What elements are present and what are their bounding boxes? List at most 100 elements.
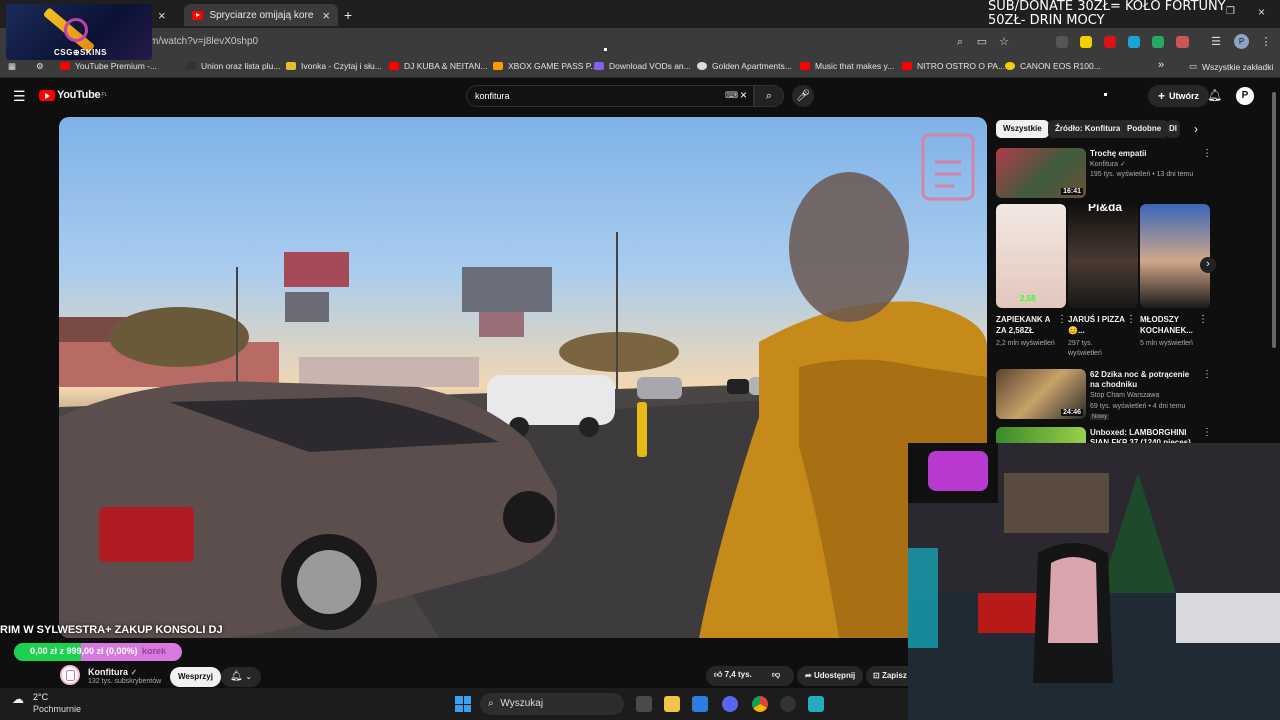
browser-menu-icon[interactable]: ⋮ (1258, 34, 1274, 50)
all-bookmarks-folder[interactable]: ▭ Wszystkie zakładki (1189, 61, 1273, 72)
rec-title[interactable]: Unboxed: LAMBORGHINI SIAN FKP 37 (1240 p… (1090, 428, 1200, 443)
bookmark-union[interactable]: Union oraz lista plu... (186, 61, 280, 71)
chip-more[interactable]: Dl (1166, 120, 1180, 138)
extension-1-icon[interactable] (1032, 36, 1044, 48)
bookmark-canon[interactable]: CANON EOS R100... (1005, 61, 1101, 71)
rec-title[interactable]: 62 Dzika noc & potrącenie na chodniku (1090, 370, 1200, 390)
more-actions-icon[interactable]: ⋮ (1202, 427, 1212, 438)
discord-icon[interactable] (722, 696, 738, 712)
weather-desc[interactable]: Pochmurnie (33, 704, 81, 714)
taskbar-search[interactable]: ⌕ Wyszukaj (480, 693, 624, 715)
bookmark-xbox[interactable]: XBOX GAME PASS P... (493, 61, 597, 71)
short-thumbnail[interactable]: Pi&da (1068, 204, 1138, 308)
bookmark-golden-apartments[interactable]: Golden Apartments... (697, 61, 792, 71)
notepad-icon[interactable] (808, 696, 824, 712)
clear-search-icon[interactable]: × (740, 88, 747, 102)
youtube-favicon-icon (60, 62, 70, 70)
close-tab-icon[interactable]: × (158, 8, 166, 23)
store-icon[interactable] (692, 696, 708, 712)
channel-name-row[interactable]: Konfitura ✓ (88, 667, 137, 677)
short-title[interactable]: JARUŚ I PIZZA 😊... (1068, 314, 1128, 336)
short-thumbnail[interactable] (1140, 204, 1210, 308)
rec-channel[interactable]: Stop Cham Warszawa (1090, 392, 1159, 399)
profile-avatar[interactable]: P (1234, 34, 1249, 49)
microphone (928, 451, 988, 491)
share-button[interactable]: ➦ Udostępnij (797, 666, 864, 686)
rec-channel[interactable]: Konfitura ✓ (1090, 160, 1126, 168)
restore-window-icon[interactable]: ❐ (1226, 6, 1235, 17)
keyboard-icon[interactable]: ⌨ (725, 90, 738, 101)
notification-dropdown[interactable]: 🔔︎ ⌄ (221, 667, 261, 687)
extension-2-icon[interactable] (1056, 36, 1068, 48)
more-actions-icon[interactable]: ⋮ (1057, 314, 1067, 325)
search-input[interactable]: konfitura ⌨ × (466, 85, 754, 107)
subscriber-count: 132 tys. subskrybentów (88, 678, 162, 685)
donation-goal-amount: 0,00 zł z 999,00 zł (0,00%) (29, 646, 138, 656)
short-title[interactable]: ZAPIEKANK A ZA 2,58ZŁ (996, 314, 1056, 336)
zoom-icon[interactable]: ⌕ (952, 34, 968, 50)
create-button[interactable]: + Utwórz (1148, 85, 1210, 107)
short-thumbnail[interactable]: 2,58 (996, 204, 1066, 308)
extension-3-icon[interactable] (1080, 36, 1092, 48)
rec-thumbnail[interactable] (996, 427, 1086, 443)
close-window-icon[interactable]: × (1258, 5, 1265, 19)
weather-temp[interactable]: 2°C (33, 692, 48, 702)
bookmark-music[interactable]: Music that makes y... (800, 61, 894, 71)
more-actions-icon[interactable]: ⋮ (1202, 369, 1212, 380)
shorts-next-chevron-icon[interactable]: › (1200, 257, 1216, 273)
more-actions-icon[interactable]: ⋮ (1198, 314, 1208, 325)
dislike-button[interactable]: 👎︎ (772, 670, 780, 680)
youtube-region: PL (101, 92, 108, 98)
bookmark-ivonka[interactable]: Ivonka - Czytaj i słu... (286, 61, 382, 71)
rec-thumbnail[interactable]: 16:41 (996, 148, 1086, 198)
extension-5-icon[interactable] (1128, 36, 1140, 48)
support-button[interactable]: Wesprzyj (170, 667, 221, 687)
menu-hamburger-icon[interactable]: ☰ (13, 88, 26, 105)
cast-icon[interactable]: ▭ (974, 34, 990, 50)
notifications-bell-icon[interactable]: 🔔︎ (1207, 88, 1222, 102)
bookmark-download-vods[interactable]: Download VODs an... (594, 61, 691, 71)
page-scrollbar[interactable] (1272, 92, 1276, 348)
rec-thumbnail[interactable]: 24:46 (996, 369, 1086, 419)
extension-4-icon[interactable] (1104, 36, 1116, 48)
reading-list-icon[interactable]: ☰ (1208, 34, 1224, 50)
video-player[interactable] (59, 117, 987, 638)
rec-title[interactable]: Trochę empatii (1090, 149, 1200, 158)
new-tab-button[interactable]: + (344, 4, 352, 26)
task-view-icon[interactable] (636, 696, 652, 712)
youtube-logo[interactable]: YouTube PL (39, 89, 107, 101)
tab-previous[interactable]: × (150, 4, 166, 26)
tab-youtube-active[interactable]: Spryciarze omijają korek - Y × (184, 4, 338, 26)
like-button[interactable]: 👍︎ 7,4 tys. (714, 670, 752, 680)
short-title[interactable]: MŁODSZY KOCHANEK... (1140, 314, 1200, 336)
apps-grid-icon[interactable]: ▦ (8, 61, 16, 72)
more-actions-icon[interactable]: ⋮ (1126, 314, 1136, 325)
bookmark-star-icon[interactable]: ☆ (996, 34, 1012, 50)
create-label: Utwórz (1169, 91, 1200, 101)
cursor-dot (604, 48, 607, 51)
bookmark-nitro[interactable]: NITRO OSTRO O PA... (902, 61, 1005, 71)
extension-7-icon[interactable] (1176, 36, 1189, 48)
channel-avatar[interactable] (60, 665, 80, 685)
extension-6-icon[interactable] (1152, 36, 1164, 48)
search-button[interactable]: ⌕ (754, 85, 784, 107)
chip-similar[interactable]: Podobne (1120, 120, 1169, 138)
account-avatar[interactable]: P (1236, 87, 1254, 105)
bookmarks-overflow-icon[interactable]: » (1158, 59, 1164, 71)
chip-source-konfitura[interactable]: Źródło: Konfitura (1048, 120, 1128, 138)
bookmark-icon[interactable]: ⚙ (36, 61, 44, 72)
windows-start-icon[interactable] (455, 696, 471, 712)
bookmark-dj-kuba[interactable]: DJ KUBA & NEITAN... (389, 61, 487, 71)
save-button[interactable]: ⊡ Zapisz (866, 666, 908, 686)
verified-badge-icon: ✓ (1119, 161, 1126, 168)
chip-next-chevron-icon[interactable]: › (1194, 122, 1198, 136)
close-tab-icon[interactable]: × (322, 8, 330, 23)
address-bar-url[interactable]: m/watch?v=j8levX0shp0 (150, 36, 258, 47)
app-icon[interactable] (780, 696, 796, 712)
voice-search-mic-icon[interactable]: 🎤︎ (792, 85, 814, 107)
file-explorer-icon[interactable] (664, 696, 680, 712)
more-actions-icon[interactable]: ⋮ (1202, 148, 1212, 159)
chrome-icon[interactable] (752, 696, 768, 712)
chip-all[interactable]: Wszystkie (996, 120, 1049, 138)
bookmark-yt-premium[interactable]: YouTube Premium -... (60, 61, 157, 71)
